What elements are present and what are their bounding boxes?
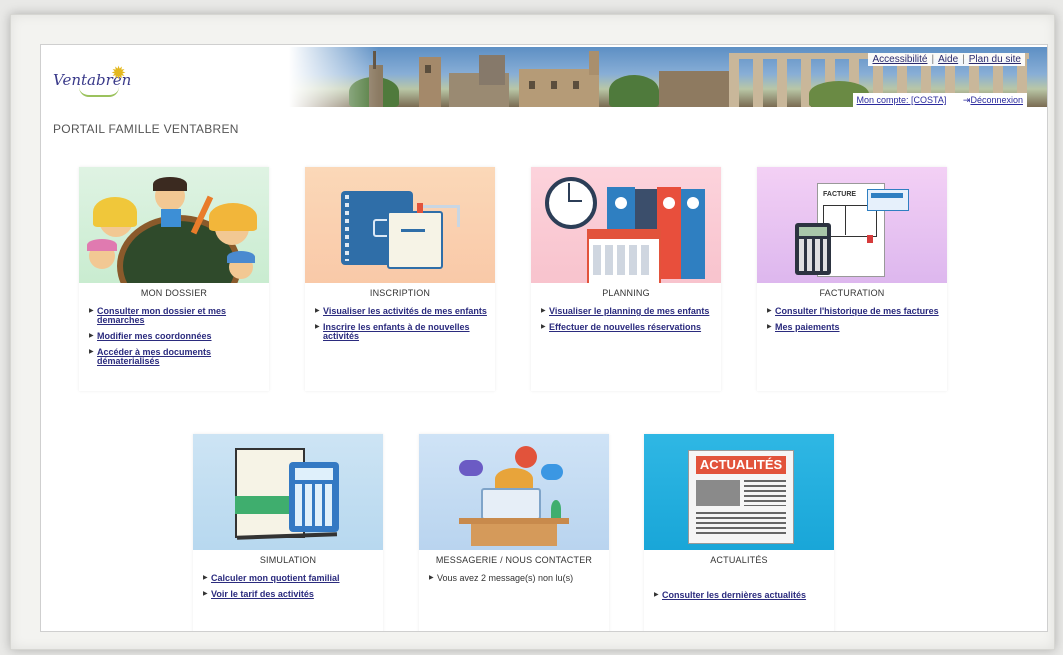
separator: | bbox=[931, 54, 935, 65]
card-links: Consulter les dernières actualités bbox=[644, 590, 834, 601]
sitemap-link[interactable]: Plan du site bbox=[969, 54, 1021, 65]
list-item: Effectuer de nouvelles réservations bbox=[541, 322, 715, 333]
planning-illustration bbox=[531, 167, 721, 283]
list-item: Inscrire les enfants à de nouvelles acti… bbox=[315, 323, 489, 341]
card-links: Calculer mon quotient familial Voir le t… bbox=[193, 573, 383, 600]
card-title: SIMULATION bbox=[259, 555, 317, 565]
card-title: MON DOSSIER bbox=[140, 288, 208, 298]
list-item: Mes paiements bbox=[767, 322, 941, 333]
card-links: Visualiser le planning de mes enfants Ef… bbox=[531, 306, 721, 333]
calculator-illustration bbox=[193, 434, 383, 550]
invoice-history-link[interactable]: Consulter l'historique de mes factures bbox=[775, 306, 939, 316]
card-title: MESSAGERIE / NOUS CONTACTER bbox=[435, 555, 593, 565]
logout-label: Déconnexion bbox=[970, 95, 1023, 105]
list-item: Visualiser le planning de mes enfants bbox=[541, 306, 715, 317]
card-mon-dossier[interactable]: MON DOSSIER Consulter mon dossier et mes… bbox=[79, 167, 269, 391]
accessibility-link[interactable]: Accessibilité bbox=[872, 54, 927, 65]
list-item: Voir le tarif des activités bbox=[203, 589, 377, 600]
messaging-illustration bbox=[419, 434, 609, 550]
card-links: Consulter mon dossier et mes demarches M… bbox=[79, 307, 269, 366]
edit-contact-link[interactable]: Modifier mes coordonnées bbox=[97, 331, 212, 341]
card-title: PLANNING bbox=[602, 288, 650, 298]
card-title: FACTURATION bbox=[819, 288, 885, 298]
sun-icon: ✹ bbox=[111, 63, 127, 83]
latest-news-link[interactable]: Consulter les dernières actualités bbox=[662, 590, 806, 600]
invoice-illustration: FACTURE bbox=[757, 167, 947, 283]
card-messagerie[interactable]: MESSAGERIE / NOUS CONTACTER Vous avez 2 … bbox=[419, 434, 609, 631]
newspaper-illustration: ACTUALITÉS bbox=[644, 434, 834, 550]
card-planning[interactable]: PLANNING Visualiser le planning de mes e… bbox=[531, 167, 721, 391]
register-children-link[interactable]: Inscrire les enfants à de nouvelles acti… bbox=[323, 322, 470, 341]
card-title: ACTUALITÉS bbox=[710, 555, 768, 565]
card-simulation[interactable]: SIMULATION Calculer mon quotient familia… bbox=[193, 434, 383, 631]
card-links: Consulter l'historique de mes factures M… bbox=[757, 306, 947, 333]
payments-link[interactable]: Mes paiements bbox=[775, 322, 840, 332]
invoice-label: FACTURE bbox=[823, 191, 857, 198]
list-item: Accéder à mes documents dématerialisés bbox=[89, 348, 263, 366]
new-reservations-link[interactable]: Effectuer de nouvelles réservations bbox=[549, 322, 701, 332]
card-actualites[interactable]: ACTUALITÉS ACTUALITÉS Consulter les dern… bbox=[644, 434, 834, 631]
separator: | bbox=[962, 54, 965, 65]
card-title: INSCRIPTION bbox=[369, 288, 431, 298]
top-links: Accessibilité | Aide | Plan du site bbox=[868, 53, 1025, 66]
view-activities-link[interactable]: Visualiser les activités de mes enfants bbox=[323, 306, 487, 316]
my-account-link[interactable]: Mon compte: [COSTA] bbox=[857, 95, 947, 105]
list-item: Calculer mon quotient familial bbox=[203, 573, 377, 584]
list-item: Visualiser les activités de mes enfants bbox=[315, 306, 489, 317]
list-item: Consulter mon dossier et mes demarches bbox=[89, 307, 263, 325]
logo-swoosh bbox=[79, 87, 119, 97]
news-headline: ACTUALITÉS bbox=[696, 456, 786, 474]
kids-illustration bbox=[79, 167, 269, 283]
card-inscription[interactable]: INSCRIPTION Visualiser les activités de … bbox=[305, 167, 495, 391]
consult-dossier-link[interactable]: Consulter mon dossier et mes demarches bbox=[97, 306, 226, 325]
view-planning-link[interactable]: Visualiser le planning de mes enfants bbox=[549, 306, 709, 316]
quotient-link[interactable]: Calculer mon quotient familial bbox=[211, 573, 340, 583]
card-links: Visualiser les activités de mes enfants … bbox=[305, 307, 495, 341]
logout-link[interactable]: ⇥Déconnexion bbox=[963, 95, 1023, 105]
tariff-link[interactable]: Voir le tarif des activités bbox=[211, 589, 314, 599]
page-title: PORTAIL FAMILLE VENTABREN bbox=[53, 122, 239, 136]
list-item: Consulter l'historique de mes factures bbox=[767, 306, 941, 317]
account-bar: Mon compte: [COSTA] ⇥Déconnexion bbox=[852, 93, 1027, 108]
list-item: Vous avez 2 message(s) non lu(s) bbox=[429, 573, 603, 584]
help-link[interactable]: Aide bbox=[938, 54, 958, 65]
portal-page: Ventabren ✹ Accessibilité | Aide | Plan du s… bbox=[40, 44, 1048, 632]
card-facturation[interactable]: FACTURE FACTURATION Consulter l'historiq… bbox=[757, 167, 947, 391]
notebook-illustration bbox=[305, 167, 495, 283]
list-item: Modifier mes coordonnées bbox=[89, 331, 263, 342]
documents-link[interactable]: Accéder à mes documents dématerialisés bbox=[97, 347, 211, 366]
card-info: Vous avez 2 message(s) non lu(s) bbox=[419, 573, 609, 584]
unread-messages-text: Vous avez 2 message(s) non lu(s) bbox=[437, 573, 574, 583]
list-item: Consulter les dernières actualités bbox=[654, 590, 828, 601]
ventabren-logo[interactable]: Ventabren ✹ bbox=[49, 61, 139, 101]
